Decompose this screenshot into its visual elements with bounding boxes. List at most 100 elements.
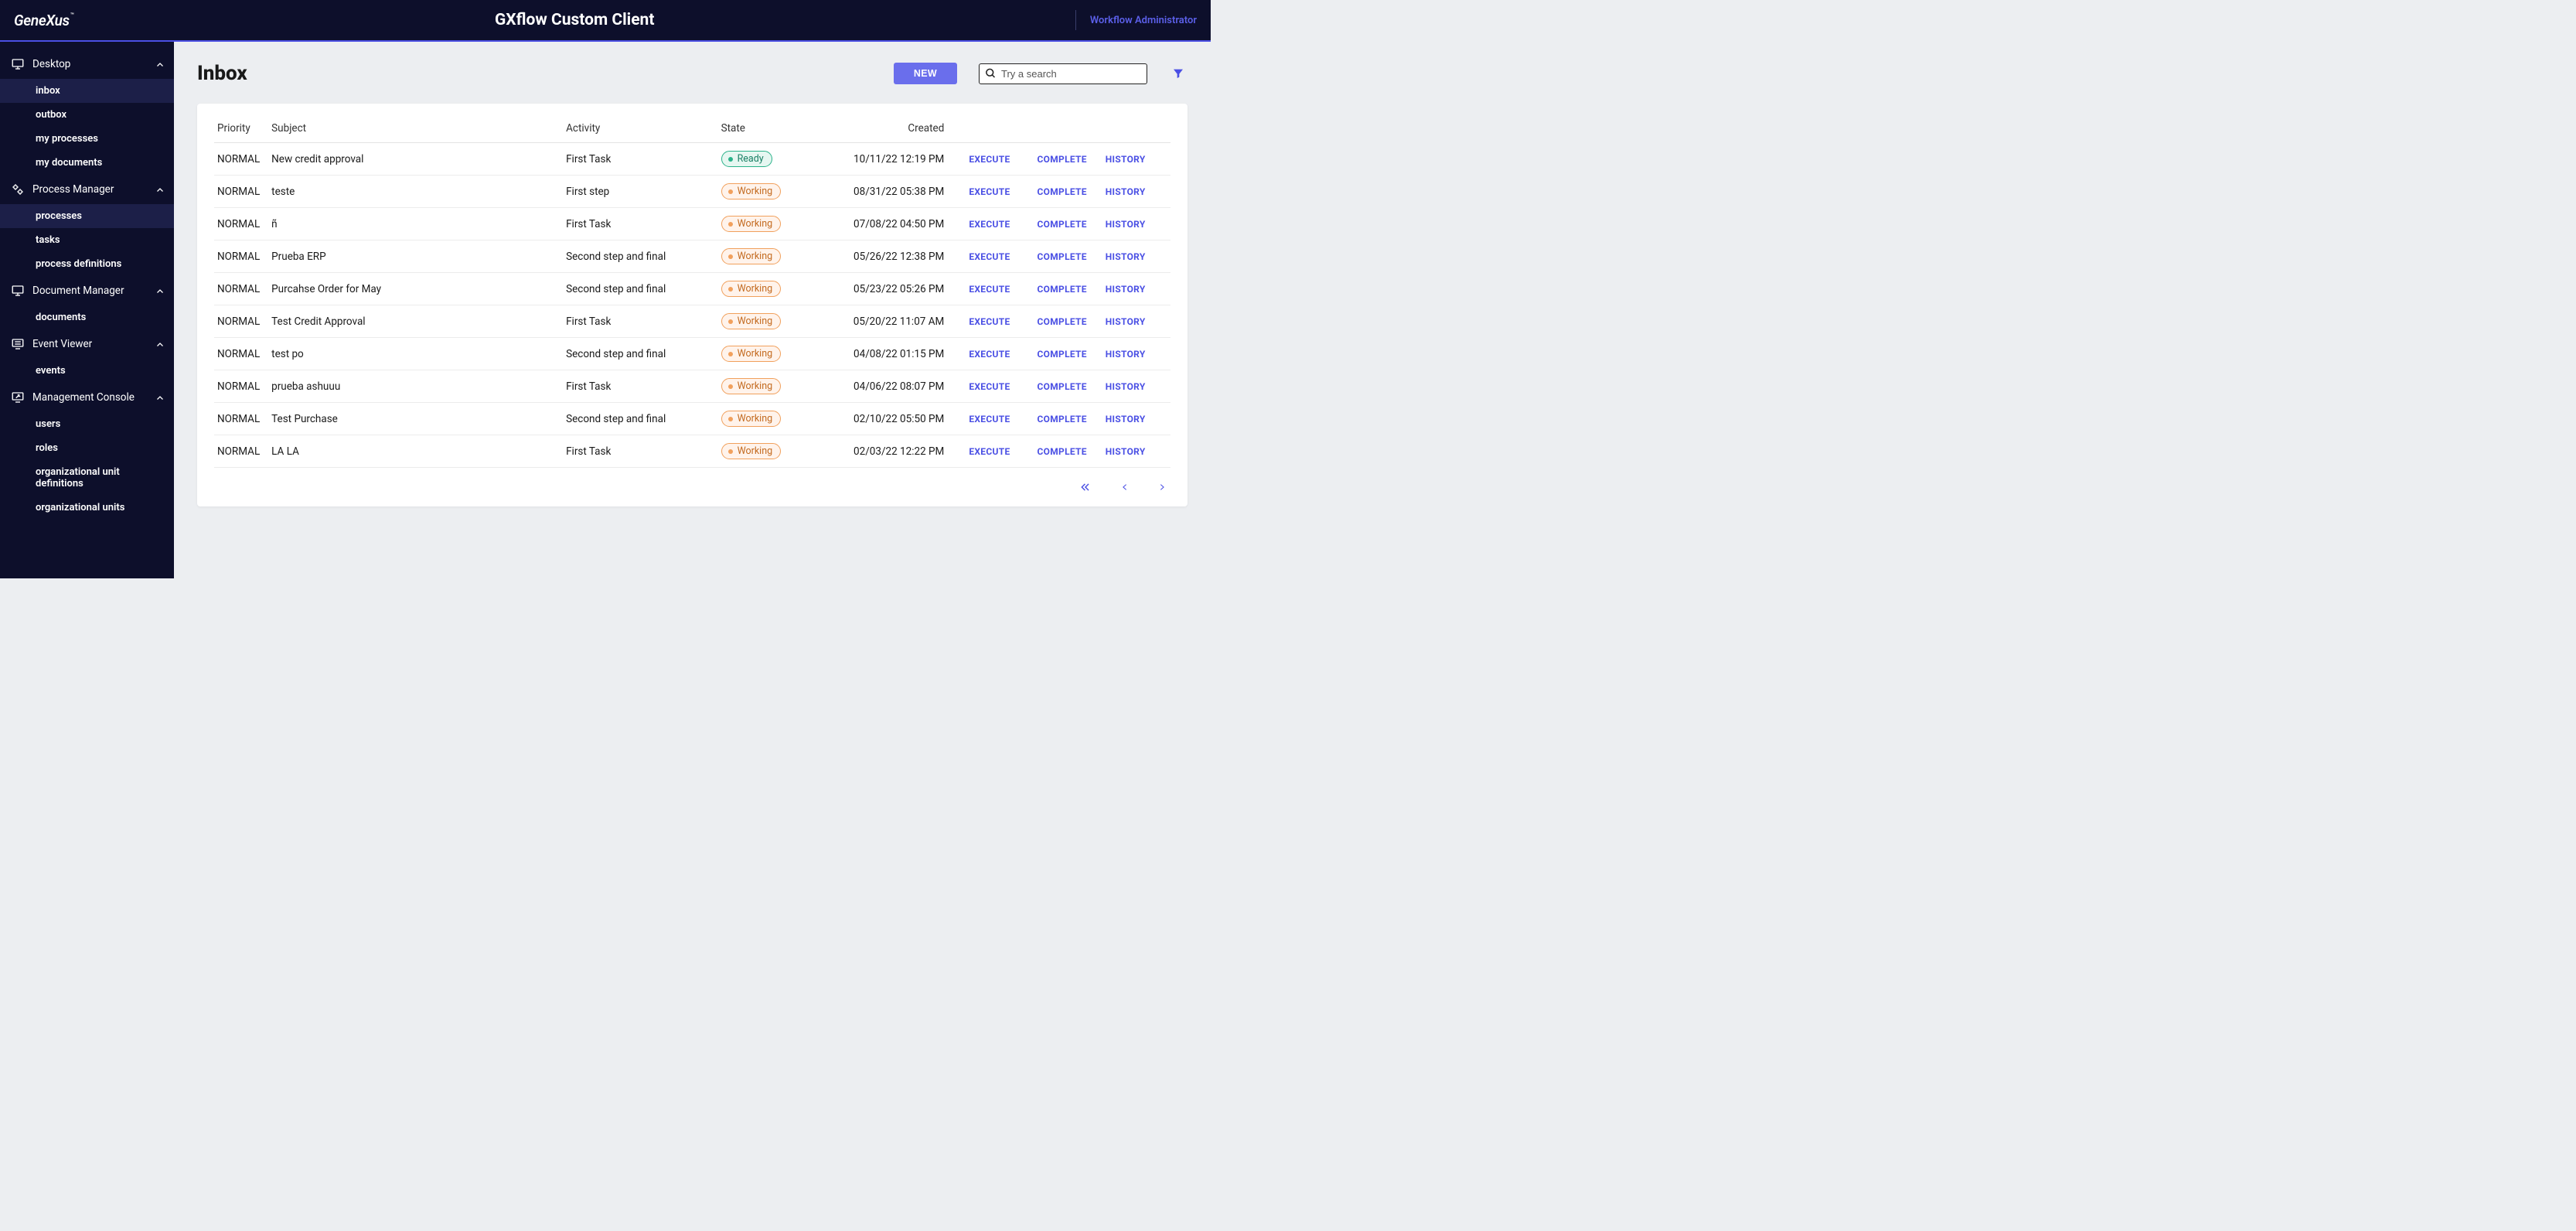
cell-action: EXECUTE [966, 403, 1034, 435]
complete-link[interactable]: COMPLETE [1038, 186, 1087, 197]
cell-subject: test po [268, 338, 563, 370]
execute-link[interactable]: EXECUTE [969, 219, 1010, 230]
cell-subject: Prueba ERP [268, 240, 563, 273]
state-pill: Working [721, 346, 782, 362]
cell-created: 08/31/22 05:38 PM [850, 176, 966, 208]
complete-link[interactable]: COMPLETE [1038, 316, 1087, 327]
state-pill: Working [721, 183, 782, 199]
cell-action: EXECUTE [966, 435, 1034, 468]
sidebar-item[interactable]: organizational unit definitions [0, 460, 174, 496]
sidebar-item[interactable]: process definitions [0, 252, 174, 276]
state-label: Working [738, 380, 773, 392]
gears-icon [11, 182, 25, 196]
cell-state: Working [718, 176, 850, 208]
execute-link[interactable]: EXECUTE [969, 186, 1010, 197]
complete-link[interactable]: COMPLETE [1038, 219, 1087, 230]
state-pill: Working [721, 313, 782, 329]
complete-link[interactable]: COMPLETE [1038, 251, 1087, 262]
history-link[interactable]: HISTORY [1106, 284, 1146, 295]
history-link[interactable]: HISTORY [1106, 251, 1146, 262]
status-dot-icon [728, 449, 733, 454]
sidebar-item[interactable]: tasks [0, 228, 174, 252]
sidebar-item[interactable]: processes [0, 204, 174, 228]
sidebar-item[interactable]: users [0, 412, 174, 436]
pager-prev-button[interactable] [1121, 482, 1129, 493]
cell-state: Working [718, 338, 850, 370]
complete-link[interactable]: COMPLETE [1038, 284, 1087, 295]
history-link[interactable]: HISTORY [1106, 414, 1146, 425]
state-label: Working [738, 445, 773, 457]
complete-link[interactable]: COMPLETE [1038, 154, 1087, 165]
cell-activity: First step [563, 176, 717, 208]
nav-section-header[interactable]: Process Manager [0, 175, 174, 204]
nav-section-header[interactable]: Event Viewer [0, 329, 174, 359]
current-user[interactable]: Workflow Administrator [1075, 10, 1197, 30]
cell-priority: NORMAL [214, 370, 268, 403]
cell-activity: First Task [563, 143, 717, 176]
execute-link[interactable]: EXECUTE [969, 316, 1010, 327]
complete-link[interactable]: COMPLETE [1038, 446, 1087, 457]
new-button[interactable]: NEW [894, 63, 957, 84]
cell-action: HISTORY [1102, 240, 1170, 273]
complete-link[interactable]: COMPLETE [1038, 349, 1087, 360]
cell-action: HISTORY [1102, 176, 1170, 208]
monitor-share-icon [11, 390, 25, 404]
nav-section-label: Document Manager [32, 285, 155, 297]
search-input[interactable] [979, 63, 1147, 84]
sidebar-item[interactable]: outbox [0, 103, 174, 127]
page-actions: NEW [894, 63, 1187, 84]
execute-link[interactable]: EXECUTE [969, 414, 1010, 425]
history-link[interactable]: HISTORY [1106, 154, 1146, 165]
cell-subject: teste [268, 176, 563, 208]
history-link[interactable]: HISTORY [1106, 349, 1146, 360]
cell-action: EXECUTE [966, 208, 1034, 240]
execute-link[interactable]: EXECUTE [969, 284, 1010, 295]
cell-activity: Second step and final [563, 240, 717, 273]
sidebar-item[interactable]: documents [0, 305, 174, 329]
sidebar-item[interactable]: events [0, 359, 174, 383]
execute-link[interactable]: EXECUTE [969, 381, 1010, 392]
execute-link[interactable]: EXECUTE [969, 251, 1010, 262]
state-pill: Working [721, 443, 782, 459]
cell-created: 04/08/22 01:15 PM [850, 338, 966, 370]
cell-activity: Second step and final [563, 403, 717, 435]
cell-state: Working [718, 403, 850, 435]
nav-section-header[interactable]: Management Console [0, 383, 174, 412]
pager-first-button[interactable] [1079, 482, 1092, 493]
filter-button[interactable] [1169, 64, 1187, 83]
sidebar-item[interactable]: inbox [0, 79, 174, 103]
table-row: NORMALñFirst TaskWorking07/08/22 04:50 P… [214, 208, 1170, 240]
complete-link[interactable]: COMPLETE [1038, 414, 1087, 425]
sidebar-item[interactable]: my documents [0, 151, 174, 175]
main-content: Inbox NEW P [174, 42, 1211, 578]
state-label: Working [738, 348, 773, 360]
state-pill: Working [721, 411, 782, 427]
cell-action: COMPLETE [1034, 240, 1102, 273]
pager-next-button[interactable] [1158, 482, 1166, 493]
cell-state: Working [718, 208, 850, 240]
execute-link[interactable]: EXECUTE [969, 154, 1010, 165]
nav-section-header[interactable]: Desktop [0, 49, 174, 79]
sidebar-item[interactable]: roles [0, 436, 174, 460]
execute-link[interactable]: EXECUTE [969, 446, 1010, 457]
nav-sublist: events [0, 359, 174, 383]
sidebar-item[interactable]: organizational units [0, 496, 174, 520]
history-link[interactable]: HISTORY [1106, 316, 1146, 327]
nav-section-label: Management Console [32, 391, 155, 404]
app-header: GeneXus™ GXflow Custom Client Workflow A… [0, 0, 1211, 42]
nav-section-header[interactable]: Document Manager [0, 276, 174, 305]
th-created: Created [850, 122, 966, 143]
cell-action: EXECUTE [966, 305, 1034, 338]
complete-link[interactable]: COMPLETE [1038, 381, 1087, 392]
cell-action: COMPLETE [1034, 435, 1102, 468]
page-title: Inbox [197, 62, 247, 85]
cell-subject: New credit approval [268, 143, 563, 176]
execute-link[interactable]: EXECUTE [969, 349, 1010, 360]
history-link[interactable]: HISTORY [1106, 446, 1146, 457]
monitor-icon [11, 57, 25, 71]
history-link[interactable]: HISTORY [1106, 186, 1146, 197]
history-link[interactable]: HISTORY [1106, 381, 1146, 392]
history-link[interactable]: HISTORY [1106, 219, 1146, 230]
status-dot-icon [728, 287, 733, 292]
sidebar-item[interactable]: my processes [0, 127, 174, 151]
